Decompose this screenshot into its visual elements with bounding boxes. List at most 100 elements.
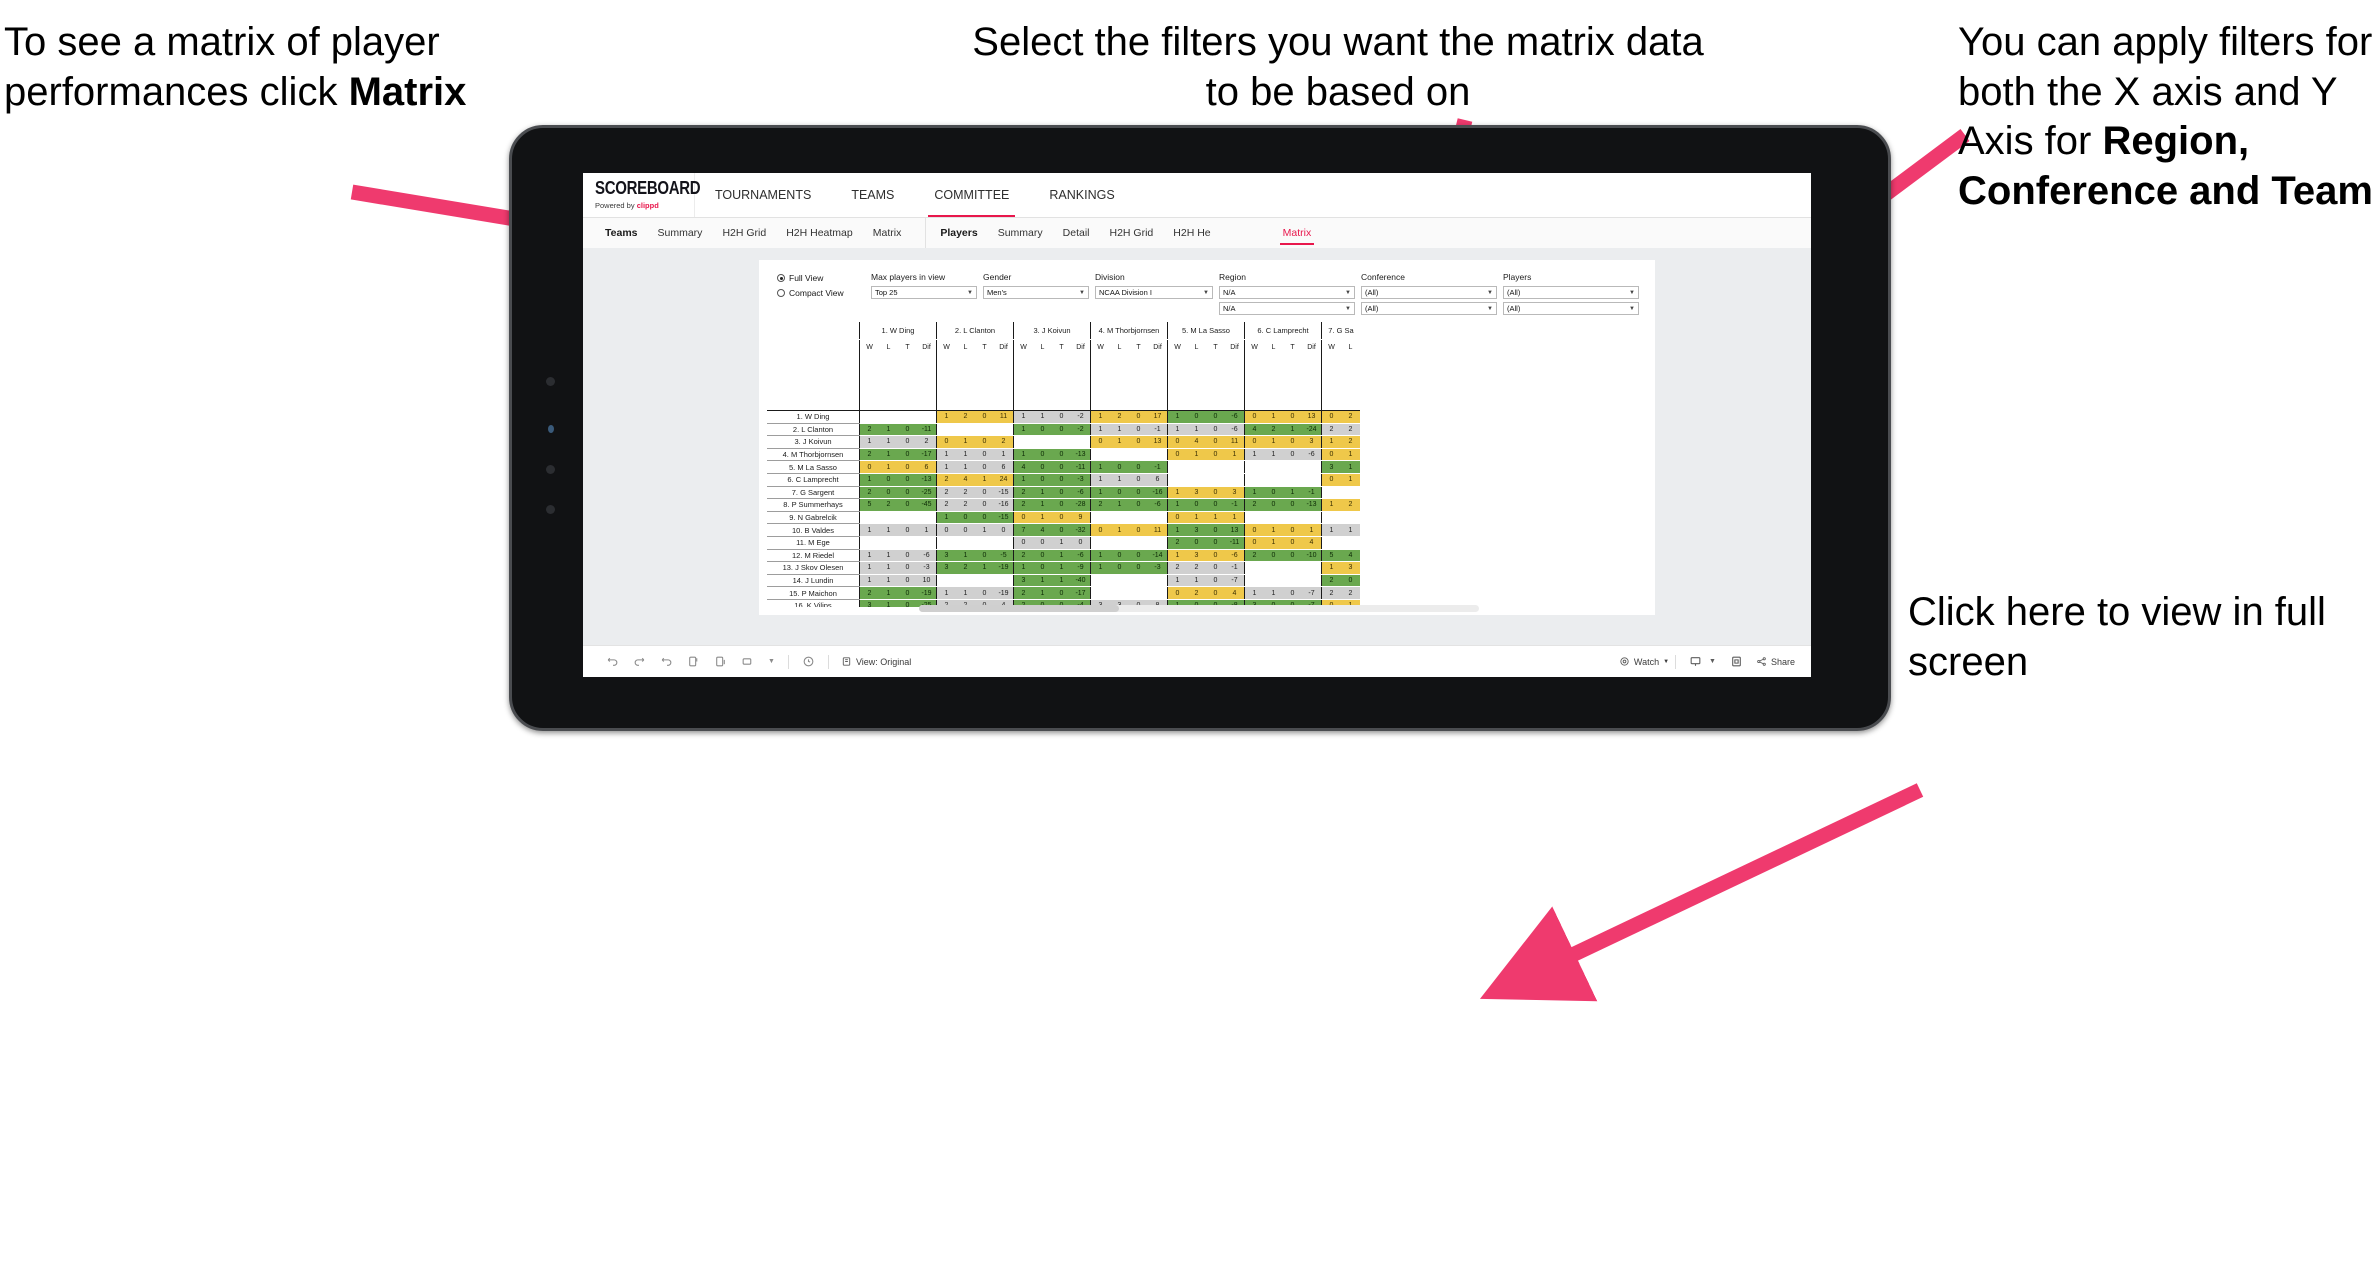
matrix-cell[interactable] bbox=[1187, 460, 1206, 474]
chevron-down-icon[interactable]: ▼ bbox=[1709, 658, 1723, 665]
matrix-cell[interactable]: 1 bbox=[1167, 523, 1187, 537]
matrix-cell[interactable]: -16 bbox=[1148, 486, 1168, 500]
matrix-table-wrapper[interactable]: 1. W Ding 2. L Clanton 3. J Koivun 4. M Tho… bbox=[767, 322, 1647, 607]
matrix-cell[interactable]: 0 bbox=[1013, 511, 1033, 525]
matrix-cell[interactable]: -6 bbox=[1225, 410, 1245, 424]
matrix-cell[interactable]: 9 bbox=[1071, 511, 1091, 525]
matrix-cell[interactable]: 2 bbox=[859, 586, 879, 600]
matrix-cell[interactable]: 1 bbox=[1110, 473, 1129, 487]
matrix-cell[interactable]: 1 bbox=[859, 523, 879, 537]
comment-icon[interactable] bbox=[707, 655, 734, 668]
matrix-cell[interactable]: -3 bbox=[1148, 561, 1168, 575]
matrix-cell[interactable] bbox=[1167, 473, 1187, 487]
matrix-cell[interactable] bbox=[879, 511, 898, 525]
matrix-cell[interactable]: 0 bbox=[879, 486, 898, 500]
matrix-cell[interactable] bbox=[1129, 536, 1148, 550]
matrix-cell[interactable]: -45 bbox=[917, 498, 937, 512]
matrix-cell[interactable]: 0 bbox=[1244, 410, 1264, 424]
brand-logo[interactable]: SCOREBOARD Powered by clippd bbox=[583, 173, 701, 217]
sub-nav-players-h2h-heatmap[interactable]: H2H He bbox=[1163, 218, 1220, 248]
matrix-cell[interactable] bbox=[1071, 435, 1091, 449]
matrix-cell[interactable]: 1 bbox=[879, 523, 898, 537]
matrix-cell[interactable] bbox=[1148, 448, 1168, 462]
top-nav-teams[interactable]: TEAMS bbox=[831, 173, 914, 217]
matrix-cell[interactable]: 1 bbox=[859, 473, 879, 487]
matrix-cell[interactable] bbox=[936, 574, 956, 588]
matrix-cell[interactable]: 13 bbox=[1148, 435, 1168, 449]
matrix-cell[interactable] bbox=[1090, 448, 1110, 462]
matrix-cell[interactable]: 0 bbox=[898, 460, 917, 474]
matrix-cell[interactable]: 2 bbox=[1167, 561, 1187, 575]
matrix-cell[interactable]: 0 bbox=[1090, 523, 1110, 537]
matrix-row-header[interactable]: 14. J Lundin bbox=[767, 574, 860, 588]
matrix-cell[interactable]: 1 bbox=[1264, 536, 1283, 550]
matrix-cell[interactable]: -40 bbox=[1071, 574, 1091, 588]
matrix-cell[interactable]: 1 bbox=[1013, 561, 1033, 575]
matrix-cell[interactable]: 3 bbox=[936, 561, 956, 575]
matrix-cell[interactable]: 1 bbox=[1283, 486, 1302, 500]
matrix-cell[interactable]: 1 bbox=[1090, 460, 1110, 474]
matrix-cell[interactable]: 1 bbox=[879, 586, 898, 600]
matrix-cell[interactable]: 2 bbox=[1013, 549, 1033, 563]
matrix-row-header[interactable]: 8. P Summerhays bbox=[767, 498, 860, 512]
sub-nav-players-matrix[interactable]: Matrix bbox=[1273, 218, 1322, 248]
matrix-cell[interactable] bbox=[994, 423, 1014, 437]
matrix-cell[interactable]: 0 bbox=[1033, 423, 1052, 437]
sub-nav-players[interactable]: Players bbox=[930, 218, 987, 248]
watch-button[interactable]: Watch ▼ bbox=[1619, 656, 1669, 667]
matrix-cell[interactable]: 1 bbox=[1110, 498, 1129, 512]
matrix-cell[interactable]: -19 bbox=[917, 586, 937, 600]
matrix-cell[interactable]: 2 bbox=[1264, 423, 1283, 437]
matrix-cell[interactable]: 4 bbox=[1013, 460, 1033, 474]
matrix-cell[interactable]: 0 bbox=[1167, 435, 1187, 449]
matrix-cell[interactable]: 2 bbox=[1341, 586, 1360, 600]
matrix-cell[interactable]: -16 bbox=[994, 498, 1014, 512]
matrix-cell[interactable] bbox=[1302, 460, 1322, 474]
matrix-cell[interactable]: -11 bbox=[917, 423, 937, 437]
matrix-cell[interactable]: -7 bbox=[1225, 574, 1245, 588]
matrix-cell[interactable]: -25 bbox=[917, 486, 937, 500]
matrix-cell[interactable]: 17 bbox=[1148, 410, 1168, 424]
sub-nav-players-detail[interactable]: Detail bbox=[1053, 218, 1100, 248]
matrix-cell[interactable] bbox=[994, 536, 1014, 550]
matrix-cell[interactable]: 2 bbox=[1341, 435, 1360, 449]
matrix-cell[interactable]: 0 bbox=[1206, 435, 1225, 449]
matrix-cell[interactable]: 4 bbox=[1302, 536, 1322, 550]
matrix-cell[interactable]: 1 bbox=[1052, 549, 1071, 563]
matrix-cell[interactable]: 0 bbox=[1206, 486, 1225, 500]
matrix-cell[interactable]: 1 bbox=[1341, 473, 1360, 487]
matrix-cell[interactable]: 1 bbox=[936, 460, 956, 474]
matrix-cell[interactable]: 1 bbox=[879, 448, 898, 462]
sub-nav-teams-h2h-grid[interactable]: H2H Grid bbox=[712, 218, 776, 248]
matrix-cell[interactable]: 1 bbox=[1187, 511, 1206, 525]
matrix-cell[interactable]: 0 bbox=[1206, 423, 1225, 437]
matrix-cell[interactable] bbox=[1341, 536, 1360, 550]
matrix-cell[interactable]: 0 bbox=[936, 523, 956, 537]
matrix-cell[interactable]: 0 bbox=[956, 511, 975, 525]
matrix-cell[interactable]: 1 bbox=[859, 549, 879, 563]
matrix-cell[interactable]: 0 bbox=[898, 448, 917, 462]
matrix-cell[interactable]: 1 bbox=[879, 574, 898, 588]
matrix-cell[interactable]: 11 bbox=[1225, 435, 1245, 449]
top-nav-committee[interactable]: COMMITTEE bbox=[914, 173, 1029, 217]
matrix-cell[interactable]: -19 bbox=[994, 586, 1014, 600]
matrix-cell[interactable]: 0 bbox=[975, 498, 994, 512]
scrollbar-thumb[interactable] bbox=[919, 605, 1119, 612]
matrix-cell[interactable] bbox=[898, 511, 917, 525]
matrix-cell[interactable]: 0 bbox=[1129, 435, 1148, 449]
matrix-cell[interactable]: 0 bbox=[1071, 536, 1091, 550]
matrix-cell[interactable]: 0 bbox=[975, 511, 994, 525]
matrix-cell[interactable] bbox=[975, 423, 994, 437]
matrix-cell[interactable] bbox=[898, 536, 917, 550]
matrix-cell[interactable] bbox=[1090, 511, 1110, 525]
matrix-cell[interactable]: 0 bbox=[1283, 549, 1302, 563]
matrix-cell[interactable]: 1 bbox=[1302, 523, 1322, 537]
matrix-cell[interactable]: 0 bbox=[1129, 423, 1148, 437]
matrix-cell[interactable] bbox=[1264, 460, 1283, 474]
matrix-cell[interactable]: 0 bbox=[1052, 486, 1071, 500]
matrix-cell[interactable] bbox=[1244, 473, 1264, 487]
matrix-cell[interactable]: 0 bbox=[1206, 549, 1225, 563]
matrix-cell[interactable]: 6 bbox=[994, 460, 1014, 474]
matrix-cell[interactable]: -13 bbox=[917, 473, 937, 487]
matrix-cell[interactable]: 0 bbox=[898, 486, 917, 500]
